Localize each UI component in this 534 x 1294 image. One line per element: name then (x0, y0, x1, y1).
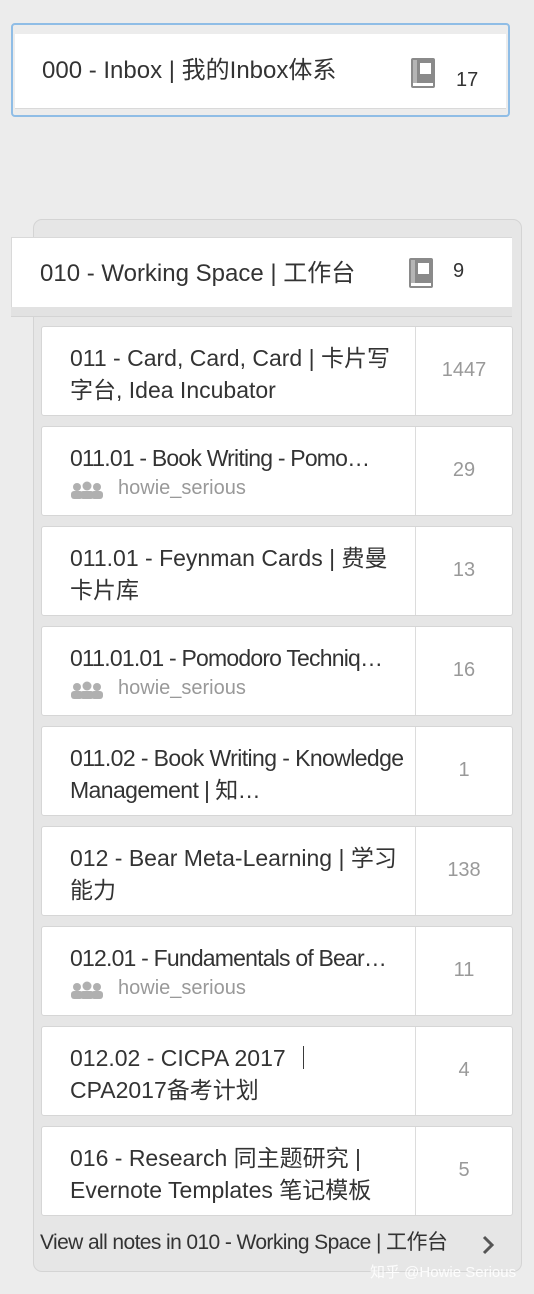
notebook-count: 138 (447, 859, 481, 881)
stack-title: 010 - Working Space | 工作台 (40, 260, 356, 287)
stack-header-shadow (11, 307, 512, 317)
notebook-count: 4 (458, 1059, 470, 1081)
notebook-row[interactable]: 011.01.01 - Pomodoro Techniq… howie_seri… (41, 626, 513, 716)
notebook-count: 1447 (441, 359, 487, 381)
stack-header[interactable]: 010 - Working Space | 工作台 9 (11, 237, 512, 308)
notebook-count: 11 (453, 959, 475, 981)
notebook-title: 000 - Inbox | 我的Inbox体系 (42, 57, 337, 84)
shared-users-icon (71, 681, 103, 699)
notebook-row[interactable]: 011 - Card, Card, Card | 卡片写字台, Idea Inc… (41, 326, 513, 416)
notebook-row[interactable]: 012 - Bear Meta-Learning | 学习能力 138 (41, 826, 513, 916)
notebook-title: 012.01 - Fundamentals of Bear… (70, 945, 387, 971)
notebook-icon (409, 258, 433, 288)
notebook-row[interactable]: 011.01 - Book Writing - Pomo… howie_seri… (41, 426, 513, 516)
owner-name: howie_serious (118, 477, 246, 499)
notebook-count: 16 (452, 659, 476, 681)
notebook-title: 011.02 - Book Writing - Knowledge Manage… (70, 745, 404, 803)
notebook-row[interactable]: 011.02 - Book Writing - Knowledge Manage… (41, 726, 513, 816)
notebook-count: 5 (458, 1159, 470, 1181)
notebook-title: 016 - Research 同主题研究 | Evernote Template… (70, 1145, 372, 1203)
notebook-title: 011.01 - Feynman Cards | 费曼卡片库 (70, 545, 388, 603)
notebook-count: 17 (456, 69, 479, 91)
notebook-row[interactable]: 012.02 - CICPA 2017 ｜CPA2017备考计划 4 (41, 1026, 513, 1116)
notebook-count: 1 (458, 759, 470, 781)
view-all-notes-link[interactable]: View all notes in 010 - Working Space | … (40, 1229, 448, 1257)
notebook-title: 012 - Bear Meta-Learning | 学习能力 (70, 845, 397, 903)
notebook-icon (411, 58, 435, 88)
watermark: 知乎 @Howie Serious (370, 1264, 517, 1281)
notebook-inbox-row[interactable]: 000 - Inbox | 我的Inbox体系 17 (15, 34, 506, 109)
notebook-count: 29 (452, 459, 476, 481)
notebook-title: 011.01.01 - Pomodoro Techniq… (70, 645, 383, 671)
owner-name: howie_serious (118, 977, 246, 999)
owner-name: howie_serious (118, 677, 246, 699)
notebook-title: 011.01 - Book Writing - Pomo… (70, 445, 370, 471)
notebook-count: 13 (452, 559, 476, 581)
stack-count: 9 (453, 260, 465, 282)
chevron-right-icon[interactable] (481, 1235, 495, 1255)
shared-users-icon (71, 481, 103, 499)
notebook-row[interactable]: 011.01 - Feynman Cards | 费曼卡片库 13 (41, 526, 513, 616)
notebook-title: 011 - Card, Card, Card | 卡片写字台, Idea Inc… (70, 345, 390, 403)
notebook-title: 012.02 - CICPA 2017 ｜CPA2017备考计划 (70, 1045, 316, 1103)
notebook-row[interactable]: 012.01 - Fundamentals of Bear… howie_ser… (41, 926, 513, 1016)
notebook-inbox-card[interactable]: 000 - Inbox | 我的Inbox体系 17 (11, 23, 510, 117)
shared-users-icon (71, 981, 103, 999)
notebook-row[interactable]: 016 - Research 同主题研究 | Evernote Template… (41, 1126, 513, 1216)
